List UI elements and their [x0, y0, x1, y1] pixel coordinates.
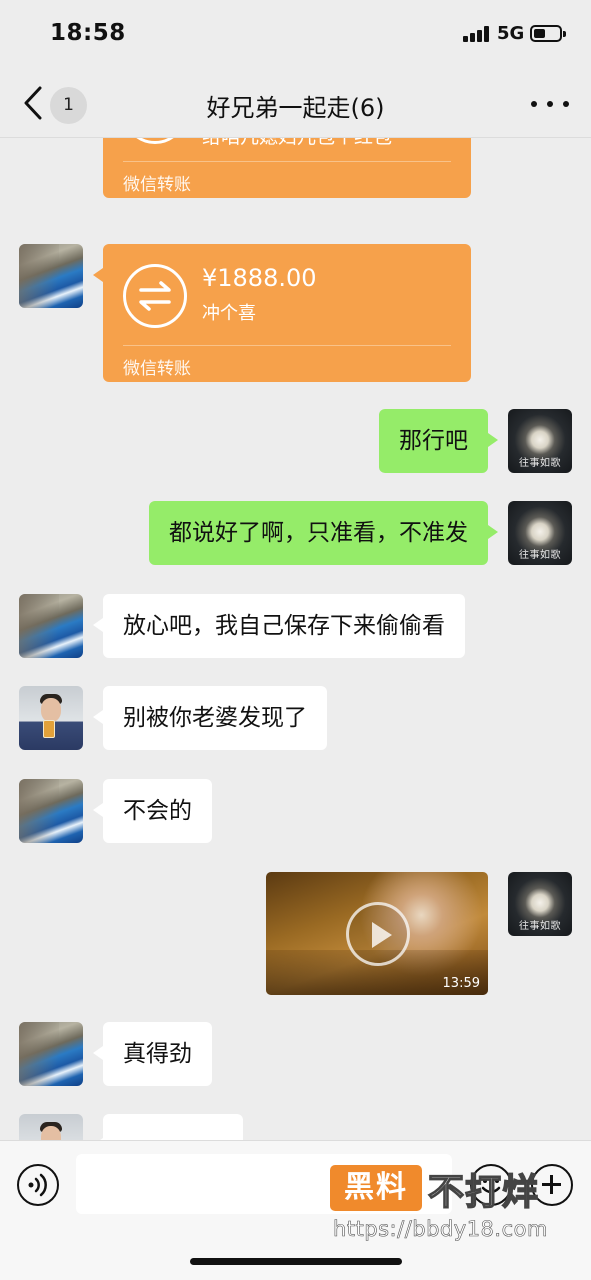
- watermark-text: 不打烊: [427, 1171, 540, 1214]
- message-list[interactable]: 给咱几媳妇儿包个红包 微信转账 ¥1888.00 冲个喜 微信转账 那行吧 往事…: [0, 138, 591, 1140]
- watermark-url: https://bbdy18.com: [333, 1217, 548, 1242]
- dot-icon: [531, 101, 537, 107]
- dot-icon: [547, 101, 553, 107]
- input-bar: 黑料 不打烊 https://bbdy18.com: [0, 1140, 591, 1280]
- status-bar: 18:58 5G: [0, 0, 591, 70]
- voice-input-button[interactable]: [17, 1164, 59, 1206]
- chat-header: 1 好兄弟一起走(6): [0, 70, 591, 138]
- incoming-message-bubble[interactable]: [93, 1114, 243, 1140]
- avatar-caption: 往事如歌: [519, 921, 561, 932]
- battery-level: [534, 29, 545, 38]
- incoming-message-bubble[interactable]: 别被你老婆发现了: [93, 686, 327, 750]
- flower-avatar[interactable]: 往事如歌: [508, 409, 572, 473]
- flower-avatar[interactable]: 往事如歌: [508, 501, 572, 565]
- transfer-icon: [123, 264, 187, 328]
- home-indicator[interactable]: [190, 1258, 402, 1265]
- avatar-caption: 往事如歌: [519, 550, 561, 561]
- transfer-note: 冲个喜: [202, 303, 256, 324]
- chevron-left-icon: [24, 86, 42, 120]
- divider: [123, 161, 451, 162]
- more-options-button[interactable]: [531, 92, 569, 116]
- transfer-label: 微信转账: [123, 359, 191, 379]
- man-with-beer-avatar[interactable]: [19, 686, 83, 750]
- sea-cliff-avatar[interactable]: [19, 594, 83, 658]
- divider: [123, 345, 451, 346]
- avatar-caption: 往事如歌: [519, 458, 561, 469]
- chat-title: 好兄弟一起走(6): [206, 94, 385, 122]
- transfer-icon: [123, 138, 187, 144]
- transfer-card[interactable]: ¥1888.00 冲个喜 微信转账: [93, 244, 471, 382]
- sea-cliff-avatar[interactable]: [19, 1022, 83, 1086]
- video-message[interactable]: 13:59: [266, 872, 488, 995]
- battery-icon: [530, 25, 566, 42]
- status-time: 18:58: [50, 20, 126, 46]
- incoming-message-bubble[interactable]: 放心吧，我自己保存下来偷偷看: [93, 594, 465, 658]
- outgoing-message-bubble[interactable]: 都说好了啊，只准看，不准发: [149, 501, 498, 565]
- watermark-badge: 黑料: [330, 1165, 422, 1211]
- flower-avatar[interactable]: 往事如歌: [508, 872, 572, 936]
- video-duration: 13:59: [442, 976, 480, 991]
- back-button[interactable]: [18, 82, 48, 124]
- play-icon: [346, 902, 410, 966]
- incoming-message-bubble[interactable]: 不会的: [93, 779, 212, 843]
- network-type: 5G: [497, 23, 525, 44]
- outgoing-message-bubble[interactable]: 那行吧: [379, 409, 498, 473]
- transfer-note: 给咱几媳妇儿包个红包: [202, 138, 392, 149]
- incoming-message-bubble[interactable]: 真得劲: [93, 1022, 212, 1086]
- voice-icon: [28, 1173, 47, 1197]
- sea-cliff-avatar[interactable]: [19, 244, 83, 308]
- transfer-amount: ¥1888.00: [202, 264, 317, 292]
- unread-count-badge[interactable]: 1: [50, 87, 87, 124]
- man-with-beer-avatar[interactable]: [19, 1114, 83, 1140]
- dot-icon: [563, 101, 569, 107]
- transfer-card[interactable]: 给咱几媳妇儿包个红包 微信转账: [103, 138, 471, 198]
- transfer-label: 微信转账: [123, 175, 191, 195]
- signal-strength-icon: [463, 26, 489, 42]
- sea-cliff-avatar[interactable]: [19, 779, 83, 843]
